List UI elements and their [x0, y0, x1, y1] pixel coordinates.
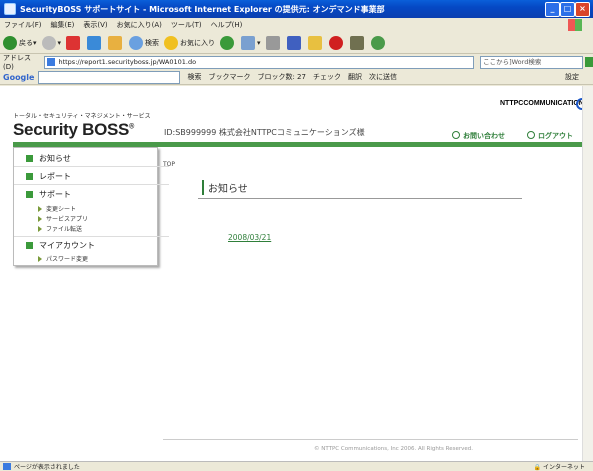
standard-toolbar: 戻る ▾ ▾ 検索 お気に入り ▾ [0, 32, 593, 54]
translate-button[interactable]: 翻訳 [348, 72, 362, 82]
edit-button[interactable] [286, 35, 303, 50]
heading-divider [198, 198, 522, 199]
menu-bar: ファイル(F) 編集(E) 表示(V) お気に入り(A) ツール(T) ヘルプ(… [0, 18, 593, 32]
favorites-button[interactable]: お気に入り [164, 35, 215, 50]
sidebar-subitem-file-transfer[interactable]: ファイル転送 [38, 224, 82, 233]
stop-icon [66, 35, 81, 50]
menu-edit[interactable]: 編集(E) [51, 20, 75, 30]
google-toolbar: Google 検索 ブックマーク ブロック数: 27 チェック 翻訳 次に送信 … [0, 70, 593, 85]
window-title-bar: SecurityBOSS サポートサイト - Microsoft Interne… [0, 0, 593, 18]
address-url: https://report1.securityboss.jp/WA0101.d… [58, 58, 197, 66]
research-icon [328, 35, 343, 50]
back-arrow-icon [3, 35, 17, 50]
close-button[interactable]: × [575, 2, 590, 17]
triangle-bullet-icon [38, 255, 42, 262]
word-search-input[interactable]: ここから]Word検索 [480, 55, 584, 69]
refresh-icon [87, 35, 102, 50]
menu-favorites[interactable]: お気に入り(A) [117, 20, 162, 30]
refresh-button[interactable] [87, 35, 103, 50]
forward-arrow-icon [41, 35, 56, 50]
messenger-button[interactable] [349, 35, 366, 50]
maximize-button[interactable]: □ [560, 2, 575, 17]
sidebar-subitem-service-app[interactable]: サービスアプリ [38, 214, 88, 223]
discuss-button[interactable] [307, 35, 324, 50]
contact-link[interactable]: お問い合わせ [452, 131, 505, 141]
sidebar-item-news[interactable]: お知らせ [14, 150, 169, 167]
vertical-scrollbar[interactable] [582, 86, 593, 461]
menu-view[interactable]: 表示(V) [83, 20, 107, 30]
menu-tools[interactable]: ツール(T) [171, 20, 202, 30]
menu-file[interactable]: ファイル(F) [4, 20, 42, 30]
minimize-button[interactable]: _ [545, 2, 560, 17]
address-input[interactable]: https://report1.securityboss.jp/WA0101.d… [44, 55, 475, 69]
sidebar-subitem-password-change[interactable]: パスワード変更 [38, 254, 88, 263]
history-button[interactable] [220, 35, 236, 50]
home-icon [108, 35, 123, 50]
mail-button[interactable]: ▾ [241, 35, 261, 50]
status-text: ページが表示されました [14, 463, 80, 471]
registered-mark: ® [129, 123, 134, 131]
footer-copyright: © NTTPC Communications, Inc 2006. All Ri… [314, 446, 473, 452]
sidebar-nav: お知らせ レポート サポート 変更シート サービスアプリ ファイル転送 マイアカ… [13, 147, 169, 266]
logout-link[interactable]: ログアウト [527, 131, 573, 141]
back-button[interactable]: 戻る ▾ [3, 35, 37, 50]
square-bullet-icon [26, 241, 33, 249]
ie-app-icon [4, 3, 16, 15]
star-icon [164, 35, 179, 50]
stop-button[interactable] [66, 35, 82, 50]
windows-logo-icon [568, 19, 582, 31]
circle-arrow-icon [452, 131, 460, 139]
mail-icon [241, 35, 256, 50]
popup-blocked-counter[interactable]: ブロック数: 27 [257, 72, 306, 82]
research-button[interactable] [328, 35, 345, 50]
edit-icon [286, 35, 301, 50]
sidebar-item-support[interactable]: サポート [14, 186, 169, 202]
sidebar-item-report[interactable]: レポート [14, 168, 169, 185]
folder-icon [307, 35, 322, 50]
page-done-icon [3, 462, 11, 470]
footer-divider [163, 439, 578, 440]
triangle-bullet-icon [38, 225, 42, 232]
search-icon [129, 35, 144, 50]
breadcrumb[interactable]: TOP [163, 161, 175, 168]
brand-logo[interactable]: Security BOSS® [13, 120, 134, 140]
page-icon [47, 58, 56, 66]
square-bullet-icon [26, 172, 33, 180]
address-label: アドレス(D) [3, 54, 31, 71]
google-search-button[interactable]: 検索 [187, 72, 201, 82]
address-bar: アドレス(D) https://report1.securityboss.jp/… [0, 54, 593, 71]
account-info: ID:SB999999 株式会社NTTPCコミュニケーションズ様 [164, 128, 365, 137]
history-icon [220, 35, 235, 50]
circle-arrow-icon [527, 131, 535, 139]
search-button[interactable]: 検索 [129, 35, 159, 50]
google-settings-button[interactable]: 設定 [565, 72, 579, 82]
page-title: お知らせ [202, 180, 248, 195]
spellcheck-button[interactable]: チェック [313, 72, 341, 82]
brand-tagline: トータル・セキュリティ・マネジメント・サービス [13, 113, 151, 120]
google-search-input[interactable] [38, 70, 181, 84]
status-bar: ページが表示されました 🔒 インターネット [0, 461, 593, 471]
messenger-icon [349, 35, 364, 50]
google-logo: Google [3, 72, 35, 82]
square-bullet-icon [26, 154, 33, 162]
triangle-bullet-icon [38, 215, 42, 222]
home-button[interactable] [108, 35, 124, 50]
google-bookmarks-button[interactable]: ブックマーク [208, 72, 250, 82]
sidebar-item-my-account[interactable]: マイアカウント [14, 236, 169, 253]
forward-button[interactable]: ▾ [41, 35, 61, 50]
people-icon [370, 35, 385, 50]
news-item-link[interactable]: 2008/03/21 [228, 233, 271, 242]
square-bullet-icon [26, 190, 33, 198]
window-title: SecurityBOSS サポートサイト - Microsoft Interne… [20, 4, 385, 14]
sidebar-subitem-change-sheet[interactable]: 変更シート [38, 204, 76, 213]
triangle-bullet-icon [38, 205, 42, 212]
menu-help[interactable]: ヘルプ(H) [211, 20, 243, 30]
send-to-button[interactable]: 次に送信 [369, 72, 397, 82]
print-button[interactable] [265, 35, 282, 50]
print-icon [265, 35, 280, 50]
links-button[interactable] [370, 35, 387, 50]
go-button[interactable] [585, 57, 593, 67]
